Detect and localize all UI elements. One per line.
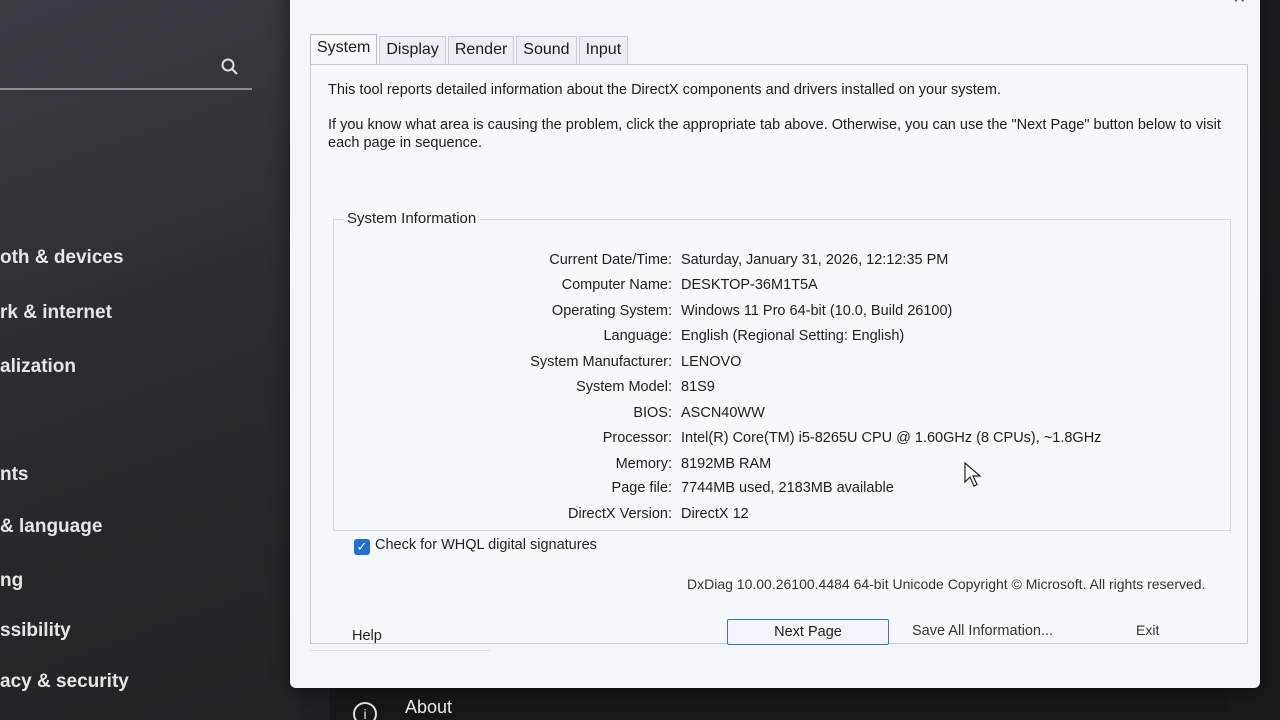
about-row[interactable] [330, 688, 1230, 720]
nav-item-network-internet[interactable]: rk & internet [0, 302, 112, 324]
nav-item-gaming[interactable]: ng [0, 570, 23, 592]
info-value: DESKTOP-36M1T5A [681, 277, 818, 293]
tab-sound[interactable]: Sound [516, 36, 577, 64]
info-label: BIOS: [633, 405, 672, 421]
info-value: Windows 11 Pro 64-bit (10.0, Build 26100… [681, 303, 953, 319]
nav-item-bluetooth-devices[interactable]: oth & devices [0, 247, 124, 269]
tab-render[interactable]: Render [447, 36, 515, 64]
save-all-information-button[interactable]: Save All Information... [912, 623, 1053, 639]
mouse-pointer-icon [964, 462, 982, 487]
info-label: System Model: [576, 379, 672, 395]
info-value: ASCN40WW [681, 405, 765, 421]
info-row-page-file: Page file: 7744MB used, 2183MB available [334, 480, 1232, 504]
info-row-manufacturer: System Manufacturer: LENOVO [334, 354, 1232, 378]
info-value: Intel(R) Core(TM) i5-8265U CPU @ 1.60GHz… [681, 430, 1102, 446]
info-label: Current Date/Time: [549, 252, 672, 268]
info-label: DirectX Version: [568, 506, 672, 522]
info-label: Page file: [611, 480, 672, 496]
divider [310, 650, 490, 651]
group-title: System Information [344, 210, 480, 227]
next-page-button[interactable]: Next Page [727, 619, 889, 645]
intro-text: This tool reports detailed information a… [328, 82, 1001, 98]
nav-item-accessibility[interactable]: ssibility [0, 620, 71, 642]
info-row-operating-system: Operating System: Windows 11 Pro 64-bit … [334, 303, 1232, 327]
nav-item-privacy-security[interactable]: acy & security [0, 671, 129, 693]
info-row-memory: Memory: 8192MB RAM [334, 456, 1232, 480]
close-icon[interactable]: ✕ [1233, 0, 1246, 8]
info-value: 81S9 [681, 379, 715, 395]
info-label: Memory: [615, 456, 672, 472]
info-label: Processor: [602, 430, 672, 446]
info-value: 8192MB RAM [681, 456, 772, 472]
dxdiag-window: ✕ System Display Render Sound Input This… [290, 0, 1260, 688]
info-label: Computer Name: [561, 277, 672, 293]
info-value: DirectX 12 [681, 506, 749, 522]
search-underline [0, 88, 252, 90]
system-tab-panel: This tool reports detailed information a… [310, 64, 1248, 644]
info-value: LENOVO [681, 354, 742, 370]
info-value: Saturday, January 31, 2026, 12:12:35 PM [681, 252, 949, 268]
info-row-computer-name: Computer Name: DESKTOP-36M1T5A [334, 277, 1232, 301]
info-label: Language: [603, 328, 672, 344]
instructions-text: If you know what area is causing the pro… [328, 117, 1221, 151]
help-button[interactable]: Help [352, 628, 382, 644]
info-row-bios: BIOS: ASCN40WW [334, 405, 1232, 429]
info-row-date-time: Current Date/Time: Saturday, January 31,… [334, 252, 1232, 276]
nav-item-accounts[interactable]: nts [0, 464, 29, 486]
tab-system[interactable]: System [310, 34, 378, 64]
tab-bar: System Display Render Sound Input [310, 34, 630, 64]
info-row-processor: Processor: Intel(R) Core(TM) i5-8265U CP… [334, 430, 1232, 454]
info-value: 7744MB used, 2183MB available [681, 480, 894, 496]
nav-item-time-language[interactable]: & language [0, 516, 102, 538]
info-label: Operating System: [551, 303, 672, 319]
copyright-text: DxDiag 10.00.26100.4484 64-bit Unicode C… [687, 576, 1206, 592]
nav-item-personalization[interactable]: alization [0, 356, 76, 378]
tab-display[interactable]: Display [379, 36, 446, 64]
info-value: English (Regional Setting: English) [681, 328, 905, 344]
background-settings-window: oth & devices rk & internet alization nt… [0, 0, 300, 720]
info-row-model: System Model: 81S9 [334, 379, 1232, 403]
about-label[interactable]: About [405, 697, 452, 718]
whql-label[interactable]: Check for WHQL digital signatures [375, 537, 597, 553]
tab-input[interactable]: Input [578, 36, 629, 64]
info-label: System Manufacturer: [530, 354, 672, 370]
info-row-directx-version: DirectX Version: DirectX 12 [334, 506, 1232, 530]
whql-checkbox[interactable]: ✓ [354, 539, 370, 555]
exit-button[interactable]: Exit [1136, 622, 1159, 638]
info-row-language: Language: English (Regional Setting: Eng… [334, 328, 1232, 352]
system-information-group: System Information Current Date/Time: Sa… [333, 210, 1232, 531]
info-icon: i [353, 702, 377, 720]
search-icon[interactable] [220, 57, 240, 77]
